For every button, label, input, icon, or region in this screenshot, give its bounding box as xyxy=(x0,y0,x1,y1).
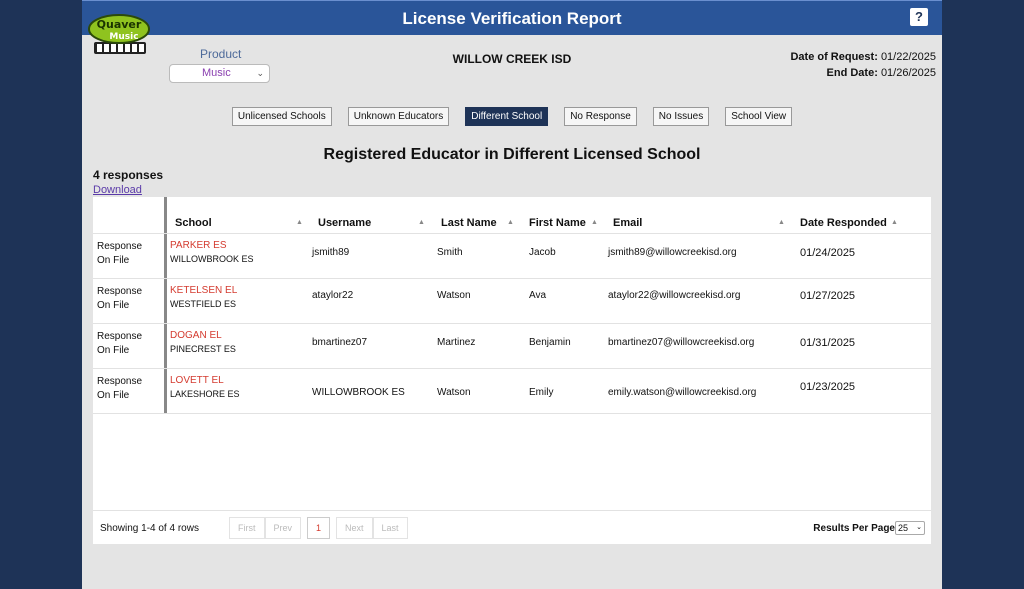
product-select-value: Music xyxy=(202,67,231,79)
pager-page-1[interactable]: 1 xyxy=(307,517,331,539)
registered-school: PINECREST ES xyxy=(170,344,236,354)
pager-next-button[interactable]: Next xyxy=(336,517,373,539)
table-row: Response On File PARKER ES WILLOWBROOK ES… xyxy=(93,234,931,279)
registered-school: WESTFIELD ES xyxy=(170,299,237,309)
tab-unlicensed-schools[interactable]: Unlicensed Schools xyxy=(231,107,332,126)
last-name-cell: Martinez xyxy=(437,337,476,348)
first-name-cell: Emily xyxy=(529,387,554,398)
pager-first-button[interactable]: First xyxy=(229,517,265,539)
rows-summary: Showing 1-4 of 4 rows xyxy=(100,523,199,534)
email-cell: jsmith89@willowcreekisd.org xyxy=(608,247,737,258)
username-cell: jsmith89 xyxy=(312,247,350,258)
column-header-last-name[interactable]: Last Name xyxy=(441,217,497,229)
column-header-school[interactable]: School xyxy=(175,217,212,229)
username-cell: bmartinez07 xyxy=(312,337,368,348)
last-name-cell: Smith xyxy=(437,247,463,258)
school-link[interactable]: PARKER ES xyxy=(170,240,254,251)
date-cell: 01/23/2025 xyxy=(800,381,856,393)
svg-text:Quaver: Quaver xyxy=(97,18,142,31)
school-cell: KETELSEN EL WESTFIELD ES xyxy=(170,285,237,309)
column-header-first-name[interactable]: First Name xyxy=(529,217,586,229)
response-status: Response On File xyxy=(97,331,143,356)
report-title: Registered Educator in Different License… xyxy=(323,146,701,163)
tab-school-view[interactable]: School View xyxy=(725,107,793,126)
school-cell: DOGAN EL PINECREST ES xyxy=(170,330,236,354)
download-link[interactable]: Download xyxy=(93,184,142,196)
pager-prev-button[interactable]: Prev xyxy=(264,517,302,539)
sort-icon[interactable]: ▲ xyxy=(507,219,514,226)
table-row: Response On File LOVETT EL LAKESHORE ES W… xyxy=(93,369,931,414)
email-cell: bmartinez07@willowcreekisd.org xyxy=(608,337,755,348)
registered-school: WILLOWBROOK ES xyxy=(170,254,254,264)
column-header-date-responded[interactable]: Date Responded xyxy=(800,217,887,229)
response-status: Response On File xyxy=(97,286,143,311)
school-cell: LOVETT EL LAKESHORE ES xyxy=(170,375,240,399)
pager-last-button[interactable]: Last xyxy=(372,517,408,539)
date-cell: 01/31/2025 xyxy=(800,337,856,349)
date-cell: 01/27/2025 xyxy=(800,290,856,302)
first-name-cell: Jacob xyxy=(529,247,556,258)
request-date-value: 01/22/2025 xyxy=(880,51,936,63)
tab-no-response[interactable]: No Response xyxy=(564,107,637,126)
tab-unknown-educators[interactable]: Unknown Educators xyxy=(347,107,450,126)
username-cell: ataylor22 xyxy=(312,290,354,301)
school-link[interactable]: LOVETT EL xyxy=(170,375,240,386)
product-select[interactable]: Music ⌄ xyxy=(169,64,270,83)
registered-school: LAKESHORE ES xyxy=(170,389,240,399)
column-header-username[interactable]: Username xyxy=(318,217,371,229)
svg-text:Music: Music xyxy=(109,32,138,42)
request-date-label: Date of Request: xyxy=(790,51,878,63)
sort-icon[interactable]: ▲ xyxy=(418,219,425,226)
page-title: License Verification Report xyxy=(402,9,622,28)
school-link[interactable]: DOGAN EL xyxy=(170,330,236,341)
table-header: School ▲ Username ▲ Last Name ▲ First Na… xyxy=(93,197,931,234)
last-name-cell: Watson xyxy=(437,290,471,301)
report-window: License Verification Report ? Quaver Mus… xyxy=(82,0,942,589)
responses-count: 4 responses xyxy=(93,168,164,182)
table-row: Response On File KETELSEN EL WESTFIELD ES… xyxy=(93,279,931,324)
chevron-down-icon: ⌄ xyxy=(256,68,264,78)
pagination: First Prev 1 Next Last xyxy=(229,517,408,539)
sort-icon[interactable]: ▲ xyxy=(591,219,598,226)
school-link[interactable]: KETELSEN EL xyxy=(170,285,237,296)
help-icon[interactable]: ? xyxy=(910,8,928,26)
results-table: School ▲ Username ▲ Last Name ▲ First Na… xyxy=(93,197,931,544)
end-date-label: End Date: xyxy=(826,67,878,79)
tab-no-issues[interactable]: No Issues xyxy=(652,107,710,126)
chevron-down-icon: ⌄ xyxy=(916,524,922,531)
table-footer: Showing 1-4 of 4 rows First Prev 1 Next Last… xyxy=(93,510,931,544)
date-info: Date of Request: 01/22/2025 End Date: 01… xyxy=(790,49,936,81)
sort-icon[interactable]: ▲ xyxy=(296,219,303,226)
sort-icon[interactable]: ▲ xyxy=(778,219,785,226)
column-header-email[interactable]: Email xyxy=(613,217,642,229)
email-cell: ataylor22@willowcreekisd.org xyxy=(608,290,741,301)
results-per-page-select[interactable]: 25 ⌄ xyxy=(895,521,925,535)
date-cell: 01/24/2025 xyxy=(800,247,856,259)
tab-different-school[interactable]: Different School xyxy=(465,107,549,126)
school-cell: PARKER ES WILLOWBROOK ES xyxy=(170,240,254,264)
first-name-cell: Benjamin xyxy=(529,337,571,348)
first-name-cell: Ava xyxy=(529,290,547,301)
end-date-value: 01/26/2025 xyxy=(880,67,936,79)
sort-icon[interactable]: ▲ xyxy=(891,219,898,226)
email-cell: emily.watson@willowcreekisd.org xyxy=(608,387,757,398)
results-per-page-value: 25 xyxy=(898,523,909,533)
table-row: Response On File DOGAN EL PINECREST ES bm… xyxy=(93,324,931,369)
results-per-page-label: Results Per Page xyxy=(813,523,895,534)
response-status: Response On File xyxy=(97,376,143,401)
username-cell: WILLOWBROOK ES xyxy=(312,387,405,398)
report-tabs: Unlicensed Schools Unknown Educators Diffe… xyxy=(82,107,942,126)
title-bar: License Verification Report ? xyxy=(82,0,942,35)
response-status: Response On File xyxy=(97,241,143,266)
last-name-cell: Watson xyxy=(437,387,471,398)
